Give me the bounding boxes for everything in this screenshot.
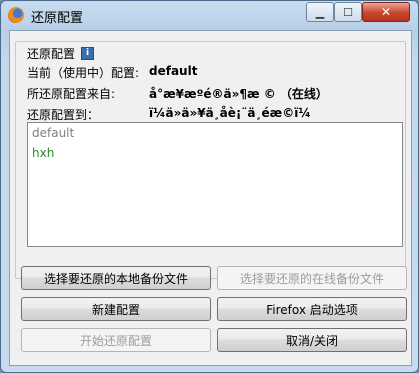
minimize-button[interactable]: ▁ [306,2,334,22]
target-label: 还原配置到： [27,108,100,122]
source-value: å°æ¥æºé®ä»¶æ © （在线） [149,87,328,101]
current-profile-row: 当前（使用中）配置: default [27,64,197,81]
source-row: 所还原配置来自: å°æ¥æºé®ä»¶æ © （在线） [27,85,328,102]
list-item[interactable]: default [28,123,402,143]
current-profile-value: default [149,64,198,78]
start-restore-button[interactable]: 开始还原配置 [21,328,211,352]
target-row: 还原配置到： ï¼ä»ä»¥ä¸åè¡¨ä¸­éæ©ï¼ [27,106,311,123]
cancel-close-button[interactable]: 取消/关闭 [217,328,407,352]
window-title: 还原配置 [31,11,84,26]
target-value: ï¼ä»ä»¥ä¸åè¡¨ä¸­éæ©ï¼ [149,106,311,120]
choose-online-backup-button[interactable]: 选择要还原的在线备份文件 [217,266,407,290]
groupbox-title: 还原配置 [27,47,76,61]
new-profile-button[interactable]: 新建配置 [21,297,211,321]
firefox-startup-options-button[interactable]: Firefox 启动选项 [217,297,407,321]
restore-groupbox: 还原配置 i 当前（使用中）配置: default 所还原配置来自: å°æ¥æ… [15,41,406,279]
restore-profile-window: 还原配置 ▁ ☐ ✕ 还原配置 i 当前（使用中）配置: default 所还原… [0,0,419,373]
profile-list[interactable]: default hxh [27,122,403,247]
close-icon: ✕ [380,5,392,19]
title-bar: 还原配置 ▁ ☐ ✕ [1,1,418,29]
list-item[interactable]: hxh [28,143,402,163]
source-label: 所还原配置来自: [27,87,116,101]
maximize-icon: ☐ [343,5,353,19]
minimize-icon: ▁ [315,5,325,19]
groupbox-legend: 还原配置 i [24,45,98,62]
info-icon[interactable]: i [81,47,95,60]
maximize-button[interactable]: ☐ [334,2,362,22]
firefox-icon [8,7,24,23]
current-profile-label: 当前（使用中）配置: [27,66,140,80]
dialog-body: 还原配置 i 当前（使用中）配置: default 所还原配置来自: å°æ¥æ… [9,30,412,366]
close-button[interactable]: ✕ [362,2,410,22]
choose-local-backup-button[interactable]: 选择要还原的本地备份文件 [21,266,211,290]
